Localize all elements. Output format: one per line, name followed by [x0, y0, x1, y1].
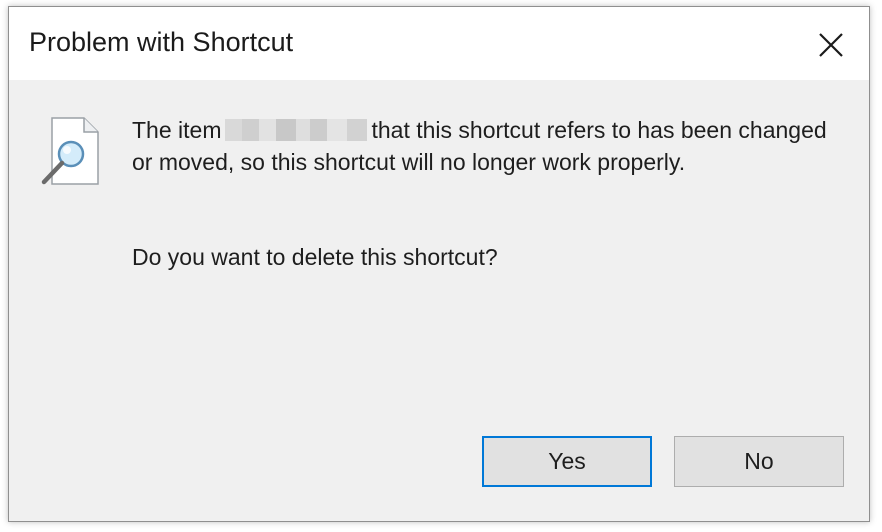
shortcut-problem-dialog: Problem with Shortcut The item that this … — [8, 6, 870, 522]
dialog-content: The item that this shortcut refers to has… — [9, 80, 869, 521]
yes-button[interactable]: Yes — [482, 436, 652, 487]
redacted-item-name — [225, 119, 368, 141]
no-button[interactable]: No — [674, 436, 844, 487]
close-button[interactable] — [811, 25, 851, 65]
dialog-message: The item that this shortcut refers to has… — [132, 114, 832, 178]
document-search-icon — [41, 117, 99, 185]
message-text-before: The item — [132, 117, 222, 143]
close-icon — [819, 33, 843, 57]
title-bar[interactable]: Problem with Shortcut — [9, 7, 869, 80]
dialog-question: Do you want to delete this shortcut? — [132, 244, 498, 270]
dialog-title: Problem with Shortcut — [29, 27, 294, 57]
